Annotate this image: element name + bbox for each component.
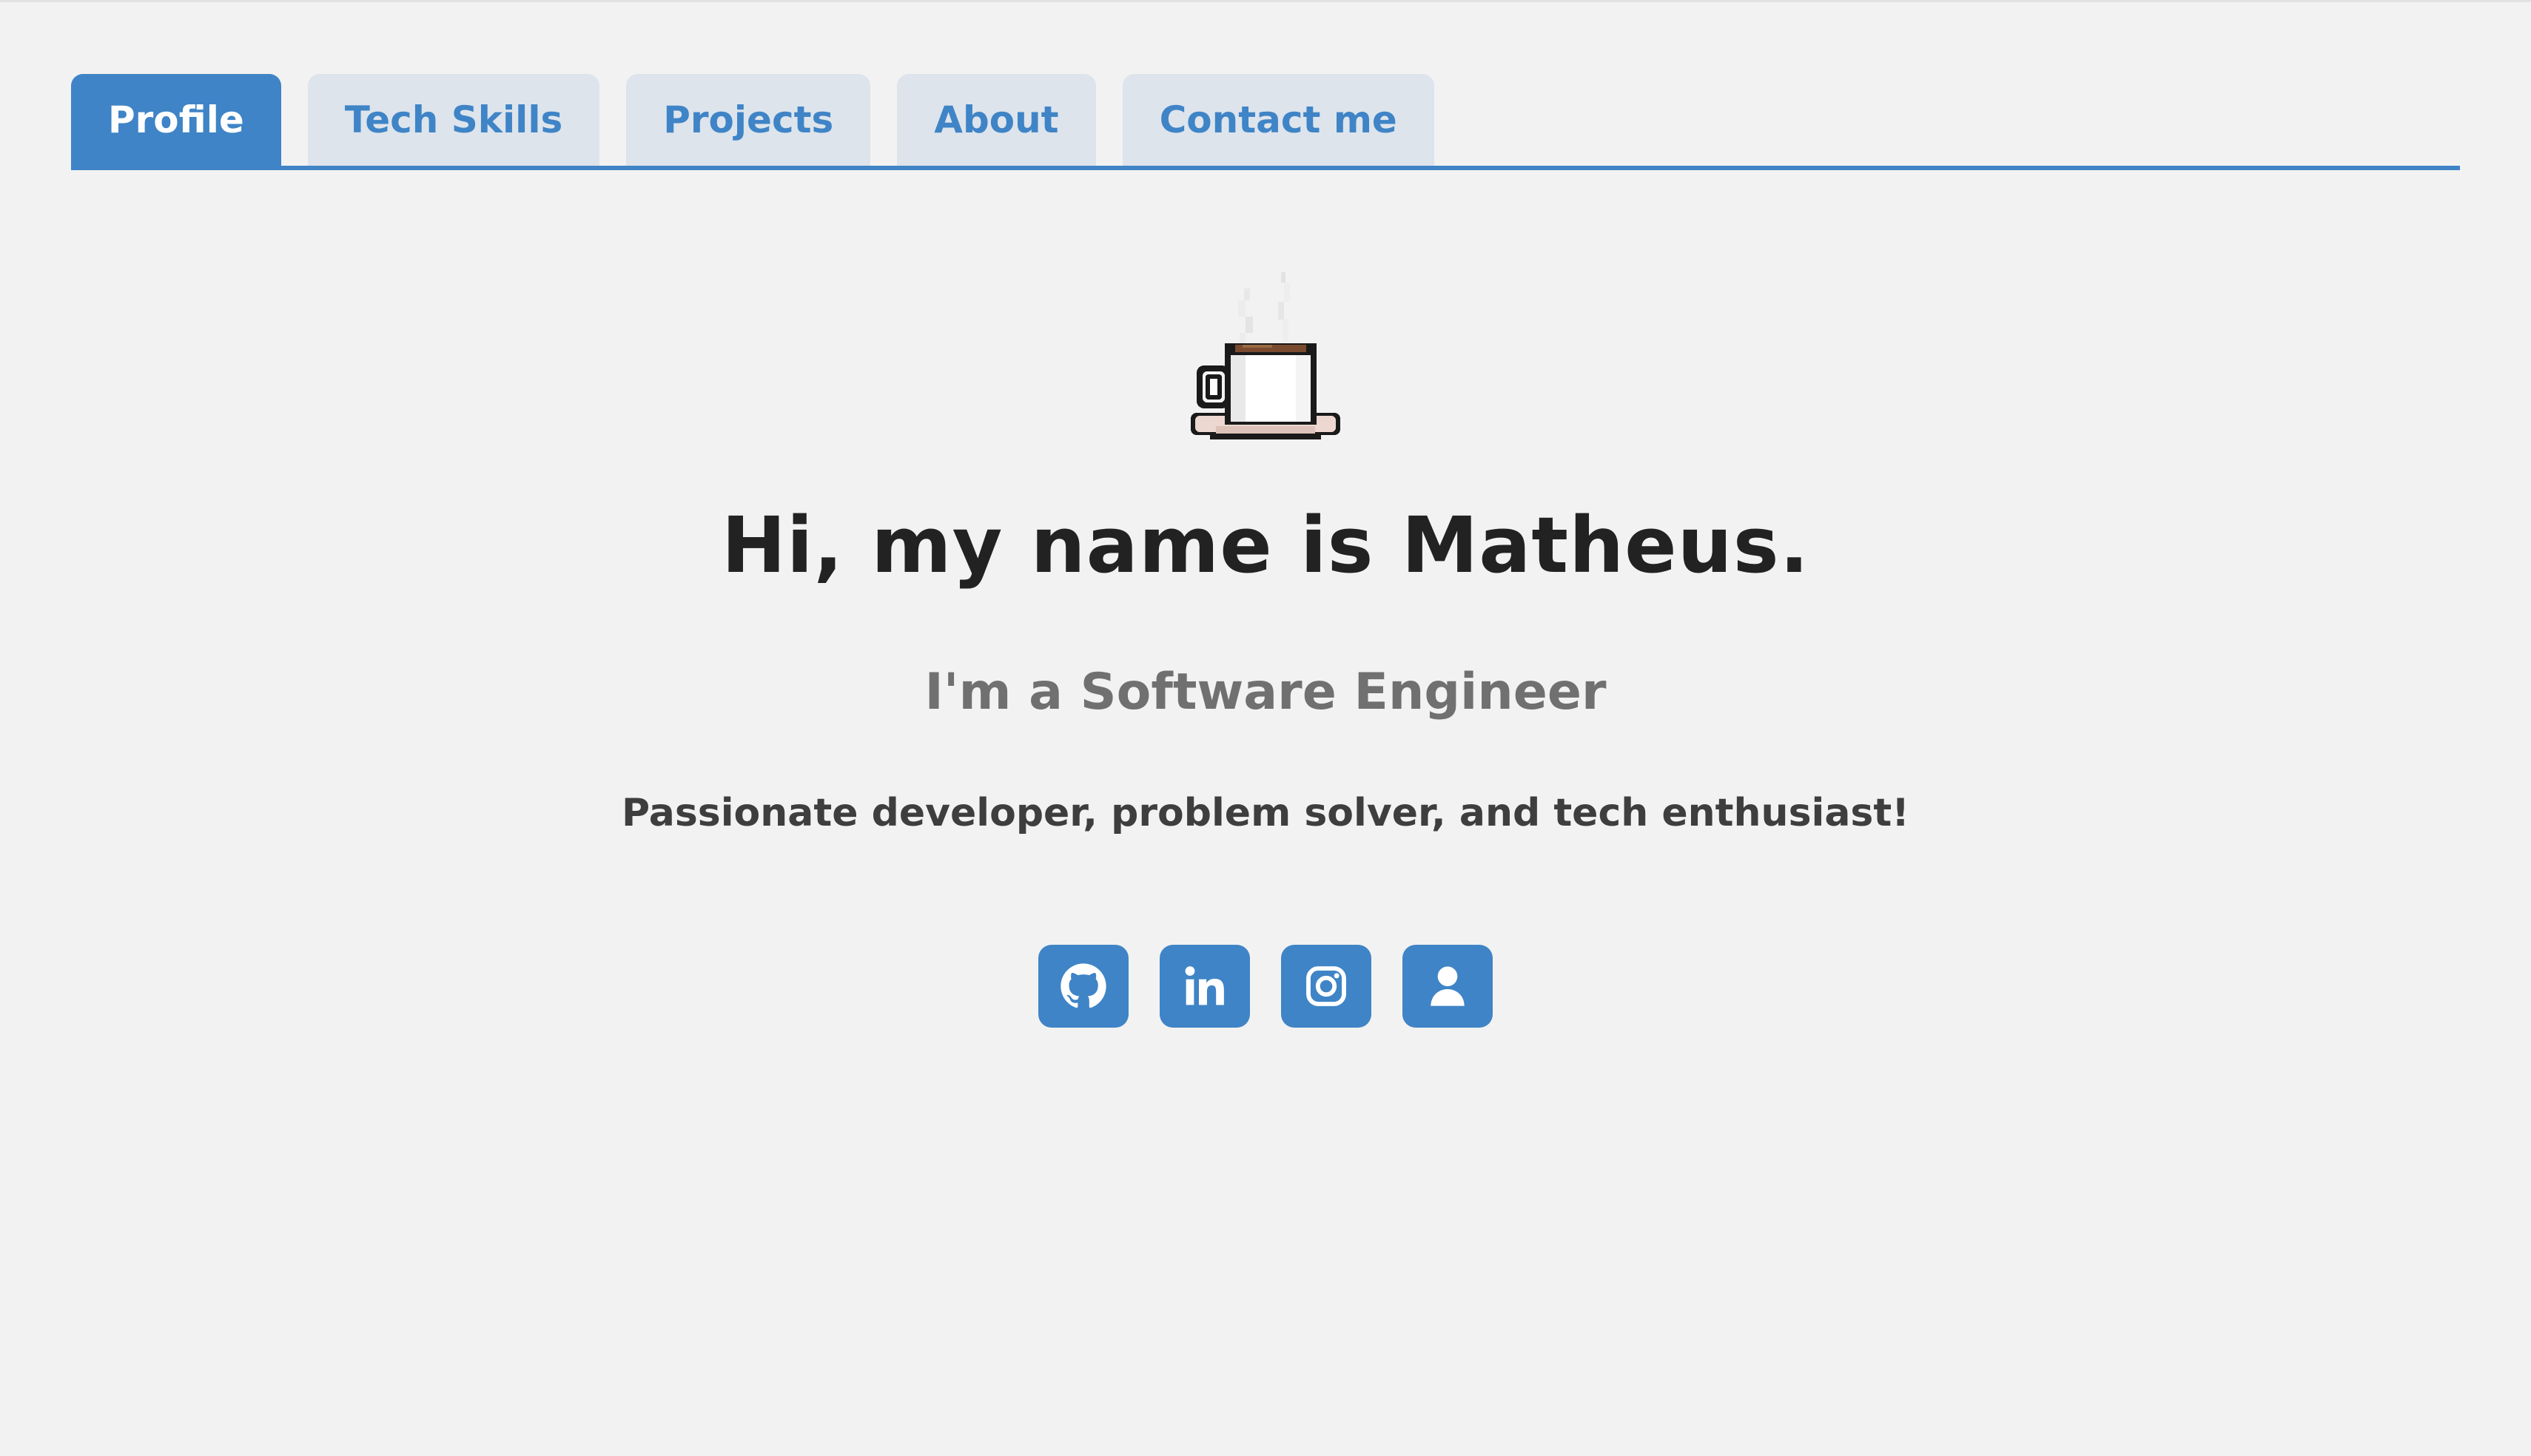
tab-contact-me[interactable]: Contact me [1122,74,1434,166]
tab-about[interactable]: About [897,74,1096,166]
tab-profile[interactable]: Profile [71,74,281,166]
profile-link[interactable] [1402,944,1493,1028]
top-divider [0,0,2531,2]
tagline: Passionate developer, problem solver, an… [622,790,1909,835]
page-subtitle: I'm a Software Engineer [924,662,1607,721]
user-icon [1431,966,1465,1006]
instagram-icon [1306,965,1346,1006]
linkedin-link[interactable] [1160,944,1250,1028]
social-links [1038,944,1493,1028]
github-link[interactable] [1038,944,1129,1028]
profile-hero: Hi, my name is Matheus. I'm a Software E… [0,266,2531,1028]
tab-tech-skills[interactable]: Tech Skills [307,74,600,166]
tab-bar: Profile Tech Skills Projects About Conta… [71,74,2460,170]
linkedin-icon [1185,965,1224,1005]
tab-projects[interactable]: Projects [626,74,871,166]
github-icon [1061,963,1106,1008]
coffee-cup-icon [1191,272,1340,439]
instagram-link[interactable] [1281,944,1371,1028]
page-title: Hi, my name is Matheus. [721,500,1810,590]
